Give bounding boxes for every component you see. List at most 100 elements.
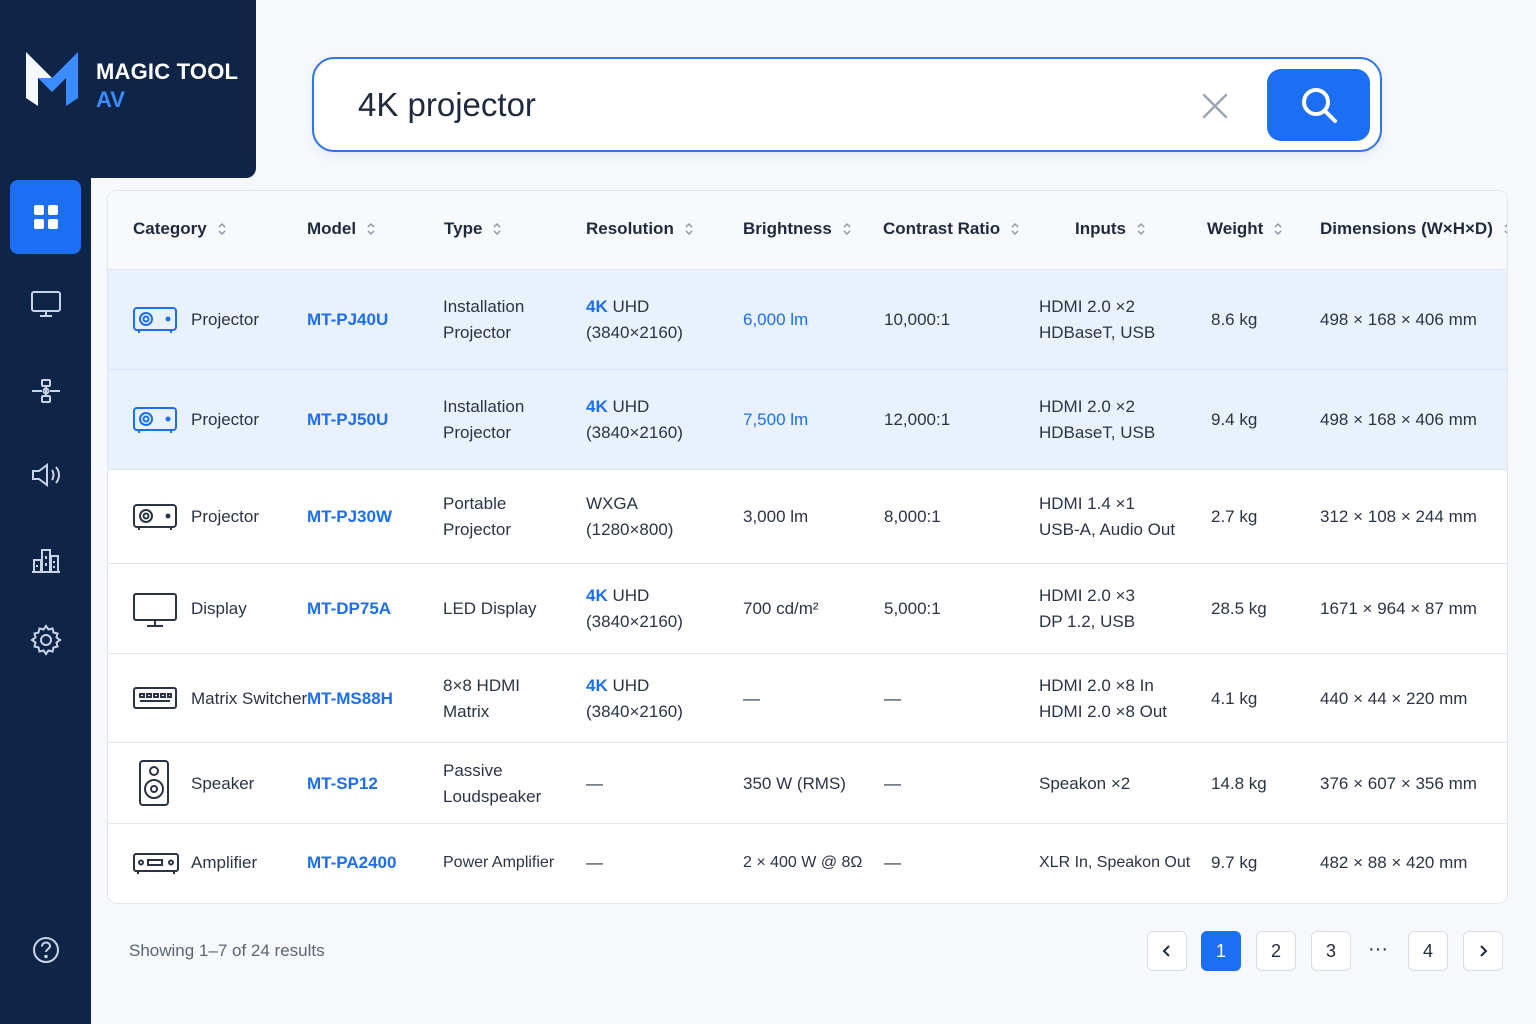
- chevron-right-icon: [1480, 945, 1488, 957]
- table-row[interactable]: Projector MT-PJ40U Installation Projecto…: [108, 270, 1507, 370]
- next-page-button[interactable]: [1463, 931, 1503, 971]
- settings-gear-icon: [29, 624, 62, 656]
- model-link[interactable]: MT-DP75A: [307, 596, 391, 622]
- speaker-volume-icon: [31, 463, 60, 487]
- nav-buildings[interactable]: [10, 522, 81, 596]
- nav-dashboard[interactable]: [10, 180, 81, 254]
- column-header[interactable]: Resolution: [586, 219, 694, 239]
- table-row[interactable]: Projector MT-PJ50U Installation Projecto…: [108, 370, 1507, 470]
- page-button-3[interactable]: 3: [1311, 931, 1351, 971]
- weight-cell: 14.8 kg: [1211, 774, 1267, 793]
- resolution-label: UHD: [612, 586, 650, 605]
- brand-header: MAGIC TOOL AV: [0, 0, 256, 178]
- model-link[interactable]: MT-PJ40U: [307, 307, 388, 333]
- resolution-label: —: [586, 774, 603, 793]
- inputs-line-1: Speakon ×2: [1039, 774, 1131, 793]
- dimensions-cell: 498 × 168 × 406 mm: [1320, 410, 1477, 429]
- table-row[interactable]: Projector MT-PJ30W Portable Projector WX…: [108, 470, 1507, 564]
- column-header[interactable]: Weight: [1207, 219, 1283, 239]
- type-line-2: Matrix: [443, 702, 490, 721]
- search-button[interactable]: [1267, 69, 1370, 141]
- resolution-line-1: —: [586, 850, 603, 876]
- help-icon: [32, 937, 59, 963]
- brightness-cell: 350 W (RMS): [743, 774, 846, 793]
- category-cell: Projector: [191, 310, 260, 329]
- column-label: Category: [133, 219, 207, 238]
- nav-help[interactable]: [10, 913, 81, 987]
- model-link[interactable]: MT-MS88H: [307, 686, 393, 712]
- page-button-2[interactable]: 2: [1256, 931, 1296, 971]
- inputs-line-1: XLR In, Speakon Out: [1039, 854, 1191, 871]
- model-link[interactable]: MT-SP12: [307, 771, 378, 797]
- page-button-1[interactable]: 1: [1201, 931, 1241, 971]
- column-header[interactable]: Contrast Ratio: [883, 219, 1020, 239]
- type-line-1: Portable: [443, 494, 507, 513]
- weight-cell: 9.4 kg: [1211, 410, 1258, 429]
- nav-settings[interactable]: [10, 603, 81, 677]
- column-header[interactable]: Type: [444, 219, 502, 239]
- category-cell: Amplifier: [191, 853, 258, 872]
- column-header[interactable]: Dimensions (W×H×D): [1320, 219, 1507, 239]
- column-label: Weight: [1207, 219, 1264, 238]
- dimensions-cell: 312 × 108 × 244 mm: [1320, 507, 1477, 526]
- nav-displays[interactable]: [10, 267, 81, 341]
- category-cell: Speaker: [191, 774, 255, 793]
- inputs-line-1: HDMI 2.0 ×2: [1039, 297, 1135, 316]
- inputs-line-1: HDMI 2.0 ×3: [1039, 586, 1135, 605]
- inputs-line-2: HDMI 2.0 ×8 Out: [1039, 702, 1168, 721]
- nav-audio[interactable]: [10, 438, 81, 512]
- projector-icon: [132, 502, 178, 532]
- page-button-4[interactable]: 4: [1408, 931, 1448, 971]
- matrix-switcher-icon: [132, 686, 178, 710]
- contrast-cell: —: [884, 774, 901, 793]
- inputs-line-2: USB-A, Audio Out: [1039, 520, 1176, 539]
- column-header[interactable]: Model: [307, 219, 376, 239]
- category-cell: Matrix Switcher: [191, 689, 308, 708]
- results-table: Category Model Type Resolution Brightnes…: [107, 190, 1508, 904]
- brightness-cell: 700 cd/m²: [743, 599, 819, 618]
- type-line-2: Projector: [443, 423, 512, 442]
- weight-cell: 2.7 kg: [1211, 507, 1258, 526]
- column-label: Inputs: [1075, 219, 1126, 238]
- sort-icon: [367, 222, 375, 236]
- sort-icon: [218, 222, 226, 236]
- model-link[interactable]: MT-PJ50U: [307, 407, 388, 433]
- dimensions-cell: 376 × 607 × 356 mm: [1320, 774, 1477, 793]
- search-input[interactable]: [358, 81, 1178, 129]
- model-link[interactable]: MT-PA2400: [307, 850, 396, 876]
- nav-network[interactable]: [10, 354, 81, 428]
- resolution-line-2: (3840×2160): [586, 702, 683, 721]
- type-line-1: Installation: [443, 297, 525, 316]
- table-row[interactable]: Matrix Switcher MT-MS88H 8×8 HDMI Matrix…: [108, 654, 1507, 743]
- table-row[interactable]: Amplifier MT-PA2400 Power Amplifier — 2 …: [108, 824, 1507, 903]
- sort-icon: [1137, 222, 1145, 236]
- resolution-label: —: [586, 853, 603, 872]
- resolution-badge: 4K: [586, 676, 608, 695]
- brand-sub: AV: [96, 87, 125, 112]
- model-link[interactable]: MT-PJ30W: [307, 504, 392, 530]
- results-count: Showing 1–7 of 24 results: [129, 941, 325, 960]
- network-icon: [31, 379, 60, 403]
- resolution-label: UHD: [612, 676, 650, 695]
- column-header[interactable]: Brightness: [743, 219, 852, 239]
- resolution-line-1: 4K UHD: [586, 294, 649, 320]
- brightness-cell: 2 × 400 W @ 8Ω: [743, 854, 863, 871]
- chevron-left-icon: [1162, 945, 1170, 957]
- brightness-cell: —: [743, 689, 760, 708]
- close-icon[interactable]: [1200, 91, 1230, 121]
- search-bar: [312, 57, 1382, 152]
- dimensions-cell: 498 × 168 × 406 mm: [1320, 310, 1477, 329]
- column-header[interactable]: Inputs: [1075, 219, 1146, 239]
- prev-page-button[interactable]: [1147, 931, 1187, 971]
- column-header[interactable]: Category: [133, 219, 227, 239]
- sort-icon: [1274, 222, 1282, 236]
- table-row[interactable]: Display MT-DP75A LED Display 4K UHD (384…: [108, 564, 1507, 654]
- brand-name: MAGIC TOOL: [96, 59, 239, 84]
- resolution-badge: 4K: [586, 297, 608, 316]
- contrast-cell: —: [884, 853, 901, 872]
- table-row[interactable]: Speaker MT-SP12 Passive Loudspeaker — 35…: [108, 743, 1507, 824]
- resolution-line-1: 4K UHD: [586, 673, 649, 699]
- resolution-label: WXGA: [586, 494, 638, 513]
- contrast-cell: 12,000:1: [884, 410, 951, 429]
- resolution-line-1: 4K UHD: [586, 394, 649, 420]
